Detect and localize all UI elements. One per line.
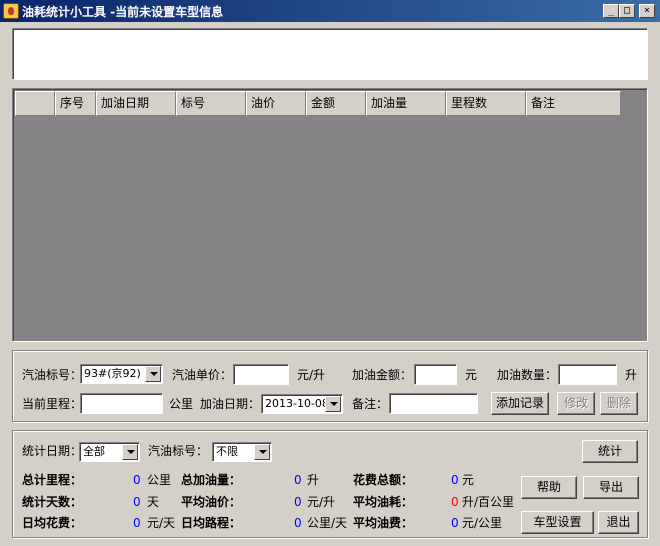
mileage-unit: 公里 <box>169 397 194 411</box>
grid-header-date[interactable]: 加油日期 <box>96 91 176 116</box>
total-mileage-unit: 公里 <box>147 473 172 487</box>
stats-grade-select[interactable]: 不限 <box>212 442 272 462</box>
grid-header-price[interactable]: 油价 <box>246 91 306 116</box>
records-grid[interactable]: 序号 加油日期 标号 油价 金额 加油量 里程数 备注 <box>12 88 648 342</box>
daily-distance-unit: 公里/天 <box>307 516 348 530</box>
chevron-down-icon[interactable] <box>254 444 270 460</box>
days-unit: 天 <box>147 495 160 509</box>
info-memo[interactable] <box>12 28 648 80</box>
total-cost-unit: 元 <box>462 473 475 487</box>
daily-distance-value: 0 <box>294 516 302 530</box>
total-fuel-label: 总加油量： <box>181 473 242 487</box>
chevron-down-icon[interactable] <box>122 444 138 460</box>
grid-header-indicator[interactable] <box>15 91 55 116</box>
unit-price-label: 汽油单价： <box>172 368 233 382</box>
avg-price-unit: 元/升 <box>307 495 336 509</box>
avg-fuel-cost-unit: 元/公里 <box>462 516 503 530</box>
title-bar[interactable]: 油耗统计小工具 -当前未设置车型信息 _ □ × <box>0 0 660 22</box>
avg-price-label: 平均油价： <box>181 495 242 509</box>
delete-button[interactable]: 删除 <box>600 392 638 415</box>
car-settings-button[interactable]: 车型设置 <box>521 511 594 534</box>
days-label: 统计天数： <box>22 495 83 509</box>
unit-price-unit: 元/升 <box>297 368 326 382</box>
stats-date-label: 统计日期： <box>22 444 83 458</box>
edit-button[interactable]: 修改 <box>557 392 595 415</box>
chevron-down-icon[interactable] <box>325 396 341 412</box>
date-picker[interactable]: 2013-10-08 <box>261 394 343 414</box>
grid-header-mileage[interactable]: 里程数 <box>446 91 526 116</box>
mileage-label: 当前里程： <box>22 397 83 411</box>
export-button[interactable]: 导出 <box>583 476 639 499</box>
mileage-input[interactable] <box>80 393 163 414</box>
close-button[interactable]: × <box>639 4 655 18</box>
amount-label: 加油金额： <box>352 368 413 382</box>
stats-button[interactable]: 统计 <box>582 440 638 463</box>
fuel-grade-value: 93#(京92) <box>84 367 141 380</box>
daily-distance-label: 日均路程： <box>181 516 242 530</box>
window-title: 油耗统计小工具 -当前未设置车型信息 <box>22 5 224 19</box>
daily-cost-value: 0 <box>133 516 141 530</box>
total-mileage-label: 总计里程： <box>22 473 83 487</box>
quantity-label: 加油数量： <box>497 368 558 382</box>
avg-price-value: 0 <box>294 495 302 509</box>
grid-header-note[interactable]: 备注 <box>526 91 621 116</box>
help-button[interactable]: 帮助 <box>521 476 577 499</box>
app-icon[interactable] <box>3 3 19 19</box>
grid-header-grade[interactable]: 标号 <box>176 91 246 116</box>
total-mileage-value: 0 <box>133 473 141 487</box>
amount-unit: 元 <box>465 368 478 382</box>
quantity-unit: 升 <box>625 368 638 382</box>
avg-consumption-label: 平均油耗： <box>353 495 414 509</box>
total-cost-label: 花费总额： <box>353 473 414 487</box>
grid-header-quantity[interactable]: 加油量 <box>366 91 446 116</box>
avg-consumption-unit: 升/百公里 <box>462 495 515 509</box>
stats-date-select[interactable]: 全部 <box>79 442 140 462</box>
avg-fuel-cost-value: 0 <box>451 516 459 530</box>
exit-button[interactable]: 退出 <box>598 511 639 534</box>
grid-header-index[interactable]: 序号 <box>55 91 96 116</box>
quantity-input[interactable] <box>558 364 617 385</box>
note-input[interactable] <box>389 393 478 414</box>
chevron-down-icon[interactable] <box>145 366 161 382</box>
fuel-grade-select[interactable]: 93#(京92) <box>80 364 163 384</box>
daily-cost-label: 日均花费： <box>22 516 83 530</box>
amount-input[interactable] <box>414 364 457 385</box>
grid-header-amount[interactable]: 金额 <box>306 91 366 116</box>
note-label: 备注： <box>352 397 389 411</box>
avg-fuel-cost-label: 平均油费： <box>353 516 414 530</box>
date-label: 加油日期： <box>200 397 261 411</box>
stats-date-value: 全部 <box>83 445 105 458</box>
date-value: 2013-10-08 <box>265 397 329 410</box>
total-fuel-value: 0 <box>294 473 302 487</box>
stats-grade-value: 不限 <box>216 445 238 458</box>
maximize-button[interactable]: □ <box>619 4 635 18</box>
avg-consumption-value: 0 <box>451 495 459 509</box>
fuel-grade-label: 汽油标号： <box>22 368 83 382</box>
stats-grade-label: 汽油标号： <box>148 444 209 458</box>
total-cost-value: 0 <box>451 473 459 487</box>
daily-cost-unit: 元/天 <box>147 516 176 530</box>
add-record-button[interactable]: 添加记录 <box>491 392 549 415</box>
minimize-button[interactable]: _ <box>603 4 619 18</box>
days-value: 0 <box>133 495 141 509</box>
unit-price-input[interactable] <box>233 364 289 385</box>
total-fuel-unit: 升 <box>307 473 320 487</box>
grid-header: 序号 加油日期 标号 油价 金额 加油量 里程数 备注 <box>15 91 621 116</box>
